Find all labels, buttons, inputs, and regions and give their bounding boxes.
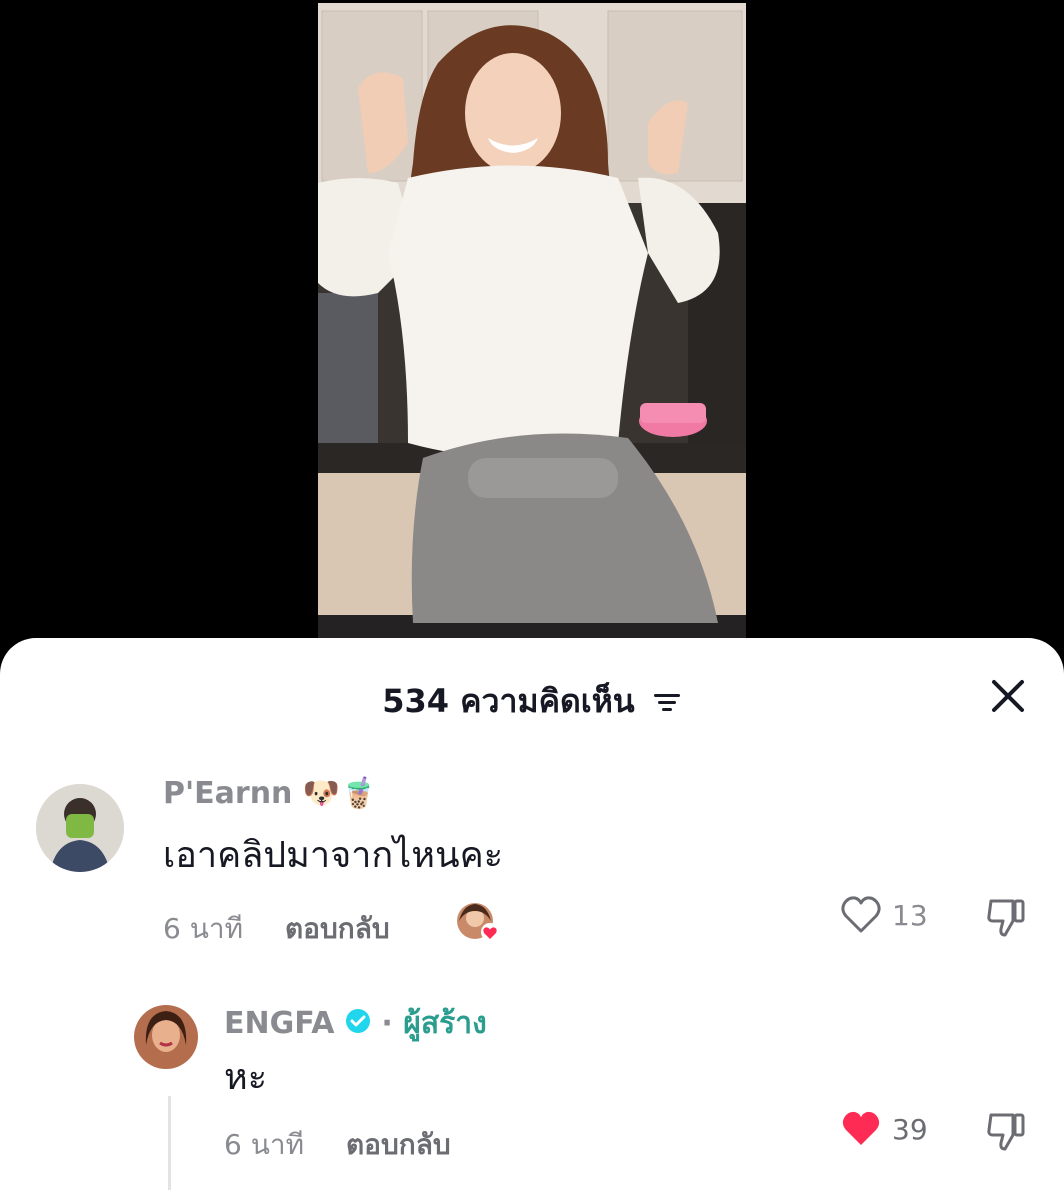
comments-header: 534 ความคิดเห็น: [0, 638, 1064, 750]
like-count: 39: [892, 1112, 928, 1146]
comment-username[interactable]: ENGFA · ผู้สร้าง: [224, 1000, 487, 1047]
comment-time: 6 นาที: [224, 1128, 305, 1161]
dislike-icon: [987, 1113, 1025, 1151]
username-text[interactable]: ENGFA: [224, 1006, 335, 1041]
comment-time: 6 นาที: [163, 912, 244, 945]
filter-icon[interactable]: [652, 684, 682, 722]
verified-icon: [345, 1007, 371, 1042]
username-text[interactable]: P'Earnn: [163, 776, 292, 811]
close-button[interactable]: [988, 676, 1028, 716]
comment-username[interactable]: P'Earnn 🐶🧋: [163, 776, 378, 811]
comment-text: เอาคลิปมาจากไหนคะ: [163, 835, 504, 876]
comment-text: หะ: [224, 1057, 268, 1098]
username-separator: ·: [381, 1006, 393, 1041]
like-button[interactable]: 13: [840, 895, 928, 935]
close-icon: [992, 680, 1024, 712]
comment-count: 534: [382, 682, 449, 720]
dislike-icon: [987, 899, 1025, 937]
heart-icon: [841, 896, 881, 933]
creator-liked-avatar: [455, 901, 499, 945]
dislike-button[interactable]: [985, 1109, 1029, 1153]
video-player[interactable]: [0, 0, 1064, 660]
video-still-image: [318, 3, 746, 660]
heart-icon: [842, 1111, 880, 1145]
avatar[interactable]: [134, 1005, 198, 1069]
comment-title-label: ความคิดเห็น: [460, 682, 635, 720]
video-frame[interactable]: [318, 3, 746, 660]
creator-badge: ผู้สร้าง: [403, 1006, 487, 1041]
reply-button[interactable]: ตอบกลับ: [285, 907, 390, 951]
reply-button[interactable]: ตอบกลับ: [346, 1123, 451, 1167]
thread-line: [168, 1096, 171, 1190]
like-button[interactable]: 39: [840, 1109, 928, 1149]
avatar[interactable]: [36, 784, 124, 872]
like-count: 13: [892, 898, 928, 932]
comments-title: 534 ความคิดเห็น: [0, 676, 1064, 727]
dislike-button[interactable]: [985, 895, 1029, 939]
username-emoji: 🐶🧋: [302, 776, 378, 811]
